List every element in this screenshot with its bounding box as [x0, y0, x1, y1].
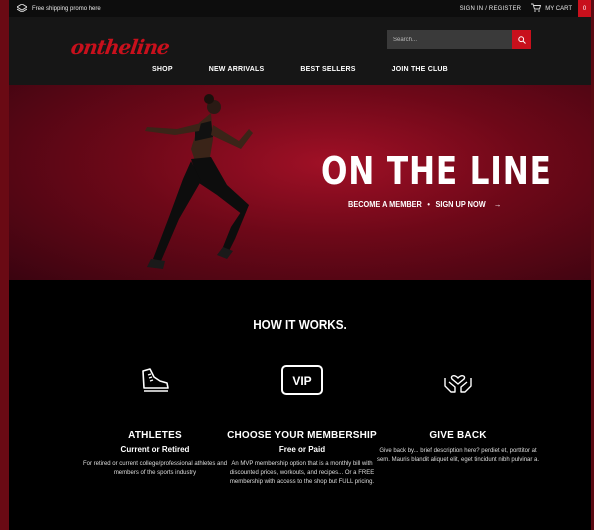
nav-shop[interactable]: SHOP [134, 66, 191, 73]
search-input[interactable] [387, 30, 512, 49]
become-member-link[interactable]: BECOME A MEMBER [348, 200, 422, 209]
page: Free shipping promo here SIGN IN / REGIS… [9, 0, 591, 530]
membership-heading: CHOOSE YOUR MEMBERSHIP [227, 430, 377, 441]
site-logo[interactable]: ontheline [69, 35, 170, 59]
sign-up-link[interactable]: SIGN UP NOW [436, 200, 486, 209]
sprinting-athlete-image [145, 94, 253, 269]
arrow-right-icon[interactable]: → [494, 200, 501, 209]
membership-description: An MVP membership option that is a month… [229, 461, 375, 485]
promo-banner: Free shipping promo here [9, 2, 101, 14]
vip-badge-icon: VIP [212, 360, 392, 400]
nav-best-sellers[interactable]: BEST SELLERS [282, 66, 373, 73]
membership-subheading: Free or Paid [278, 445, 326, 454]
left-accent-bar [0, 0, 9, 530]
search-icon [517, 31, 526, 49]
my-cart-link[interactable]: MY CART [531, 3, 572, 14]
search-button[interactable] [512, 30, 531, 49]
hero-title: ON THE LINE [321, 149, 552, 193]
nav-new-arrivals[interactable]: NEW ARRIVALS [191, 66, 283, 73]
hero-cta-links: BECOME A MEMBER • SIGN UP NOW → [348, 200, 501, 209]
give-back-column: GIVE BACK Give back by... brief descript… [368, 360, 548, 465]
site-header: ontheline SHOP NEW ARRIVALS BEST SELLERS… [9, 17, 591, 85]
main-nav: SHOP NEW ARRIVALS BEST SELLERS JOIN THE … [9, 66, 591, 73]
cart-label: MY CART [545, 5, 572, 12]
give-back-description: Give back by... brief description here? … [376, 448, 540, 463]
section-title: HOW IT WORKS. [253, 317, 347, 332]
vip-badge-text: VIP [292, 374, 311, 388]
heart-hands-icon [368, 360, 548, 400]
how-it-works-section: HOW IT WORKS. ATHLETES Current or Retire… [9, 280, 591, 530]
cart-count-badge[interactable]: 0 [578, 0, 591, 17]
give-back-heading: GIVE BACK [429, 430, 487, 441]
cart-icon [531, 3, 542, 14]
signin-register-link[interactable]: SIGN IN / REGISTER [460, 6, 522, 12]
nav-join-the-club[interactable]: JOIN THE CLUB [374, 66, 466, 73]
shipping-icon [16, 2, 28, 14]
promo-text: Free shipping promo here [32, 5, 101, 12]
search-bar [387, 30, 531, 49]
membership-column: VIP CHOOSE YOUR MEMBERSHIP Free or Paid … [212, 360, 392, 487]
cta-separator: • [427, 200, 430, 209]
hero-banner: ON THE LINE BECOME A MEMBER • SIGN UP NO… [9, 85, 591, 280]
top-bar: Free shipping promo here SIGN IN / REGIS… [9, 0, 591, 17]
